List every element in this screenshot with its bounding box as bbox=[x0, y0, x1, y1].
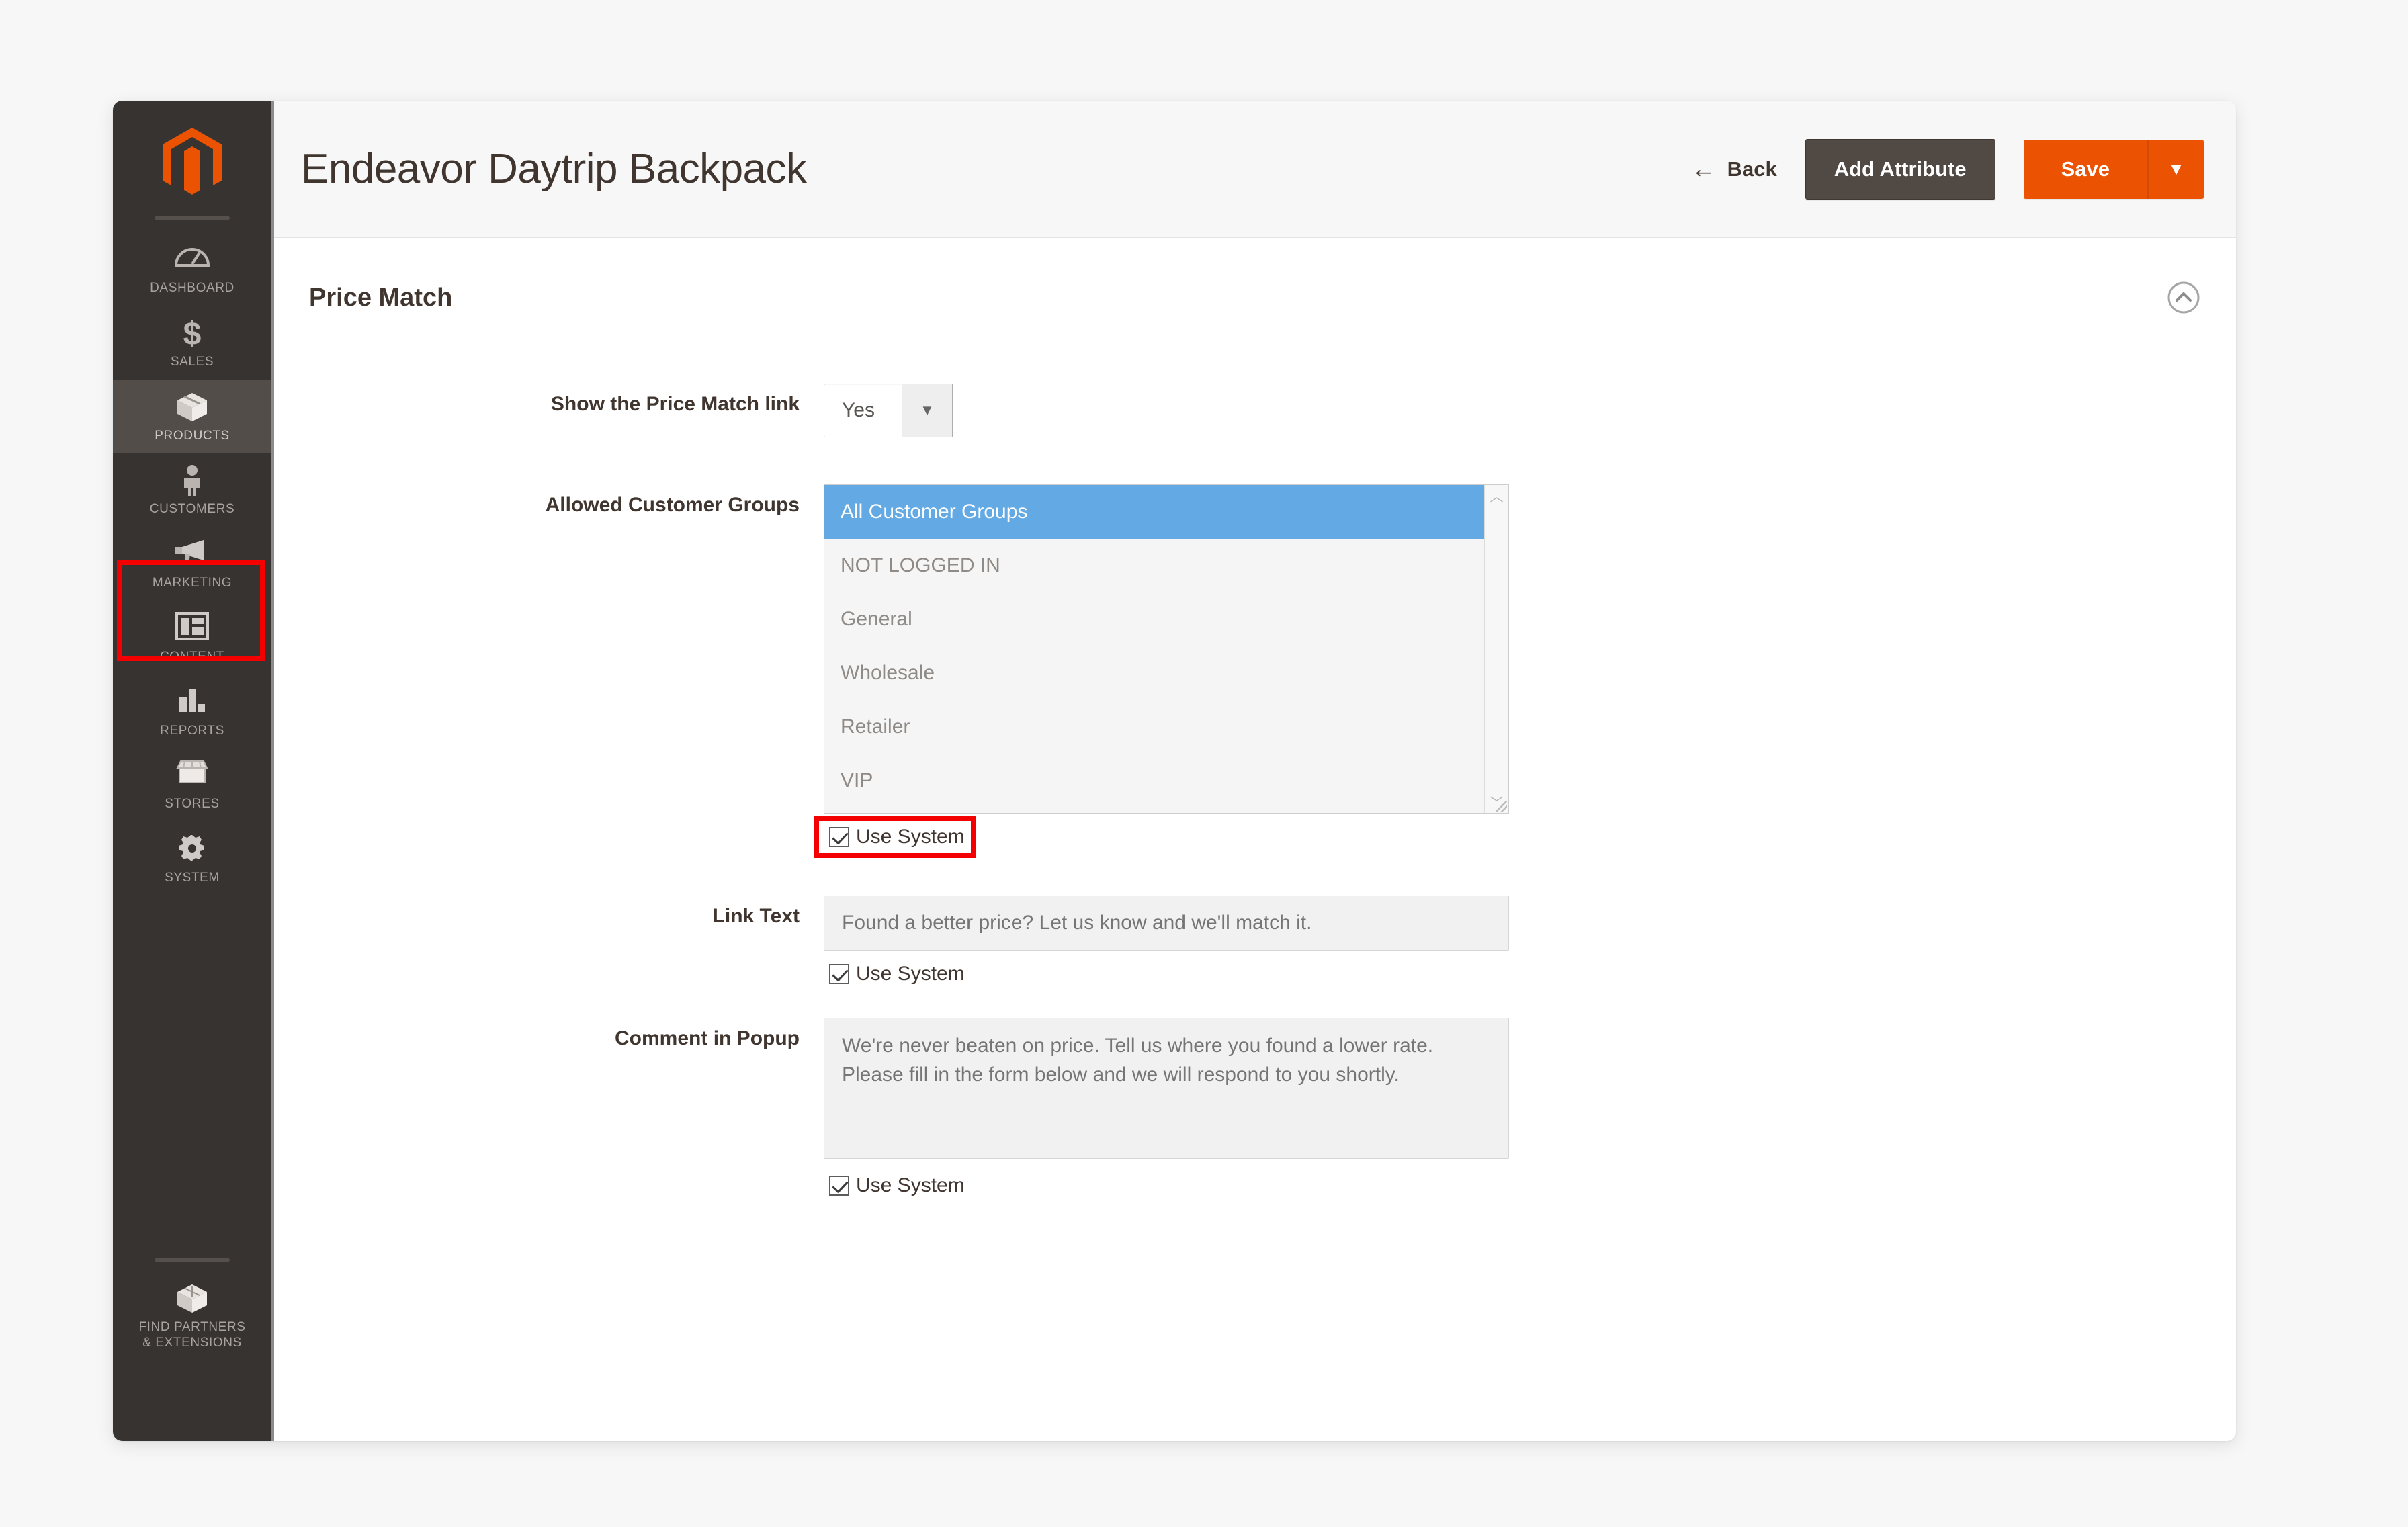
show-link-label: Show the Price Match link bbox=[550, 393, 800, 415]
storefront-icon bbox=[113, 758, 271, 792]
list-item[interactable]: Wholesale bbox=[824, 646, 1484, 700]
save-dropdown-toggle[interactable]: ▼ bbox=[2147, 139, 2204, 199]
save-button-group: Save ▼ bbox=[2023, 139, 2204, 199]
dollar-icon: $ bbox=[113, 316, 271, 352]
sidebar-item-label: REPORTS bbox=[160, 723, 224, 738]
comment-popup-control: Use System bbox=[824, 1018, 2204, 1197]
page-title: Endeavor Daytrip Backpack bbox=[301, 146, 807, 192]
use-system-label: Use System bbox=[856, 963, 965, 985]
chevron-up-circle-icon[interactable] bbox=[2166, 280, 2201, 315]
sidebar-item-label: CONTENT bbox=[159, 649, 225, 664]
use-system-label: Use System bbox=[856, 1174, 965, 1196]
megaphone-icon bbox=[113, 537, 271, 571]
add-attribute-button[interactable]: Add Attribute bbox=[1805, 138, 1995, 200]
section-title: Price Match bbox=[309, 283, 453, 312]
allowed-groups-use-system-checkbox[interactable]: Use System bbox=[814, 814, 976, 858]
gear-icon bbox=[113, 832, 271, 866]
layout-icon bbox=[113, 611, 271, 645]
sidebar-item-label: STORES bbox=[165, 797, 220, 812]
admin-sidebar: DASHBOARD $ SALES PRODUCTS CUSTOMERS MAR… bbox=[113, 101, 274, 1441]
sidebar-item-label: DASHBOARD bbox=[150, 281, 234, 295]
comment-popup-textarea[interactable] bbox=[824, 1018, 1509, 1159]
sidebar-divider-top bbox=[155, 216, 230, 220]
sidebar-item-products[interactable]: PRODUCTS bbox=[113, 379, 271, 453]
field-row-comment-popup: Comment in Popup Use System bbox=[306, 1018, 2204, 1197]
field-row-allowed-groups: Allowed Customer Groups All Customer Gro… bbox=[306, 484, 2204, 858]
checkbox-checked-icon bbox=[829, 827, 849, 847]
back-arrow-icon: ← bbox=[1690, 155, 1717, 183]
list-item[interactable]: VIP bbox=[824, 754, 1484, 808]
resize-grip-icon[interactable] bbox=[1496, 801, 1507, 812]
sidebar-item-label: SYSTEM bbox=[165, 871, 220, 885]
save-button[interactable]: Save bbox=[2023, 139, 2147, 199]
back-button-label: Back bbox=[1727, 157, 1777, 181]
allowed-groups-scrollbar[interactable]: ︿ ﹀ bbox=[1484, 485, 1508, 813]
sidebar-item-marketing[interactable]: MARKETING bbox=[113, 527, 271, 601]
use-system-label: Use System bbox=[856, 826, 965, 848]
sidebar-item-label-line1: FIND PARTNERS bbox=[138, 1319, 246, 1334]
person-icon bbox=[113, 464, 271, 497]
sidebar-item-dashboard[interactable]: DASHBOARD bbox=[113, 232, 271, 306]
bar-chart-icon bbox=[113, 685, 271, 719]
price-match-form: Show the Price Match link Yes ▼ Allowed … bbox=[306, 335, 2204, 1197]
allowed-groups-label: Allowed Customer Groups bbox=[545, 494, 800, 516]
link-text-label: Link Text bbox=[712, 905, 800, 927]
sidebar-item-content[interactable]: CONTENT bbox=[113, 601, 271, 674]
field-row-show-link: Show the Price Match link Yes ▼ bbox=[306, 384, 2204, 437]
sidebar-item-find-partners-extensions[interactable]: FIND PARTNERS & EXTENSIONS bbox=[113, 1271, 271, 1361]
content-area: Price Match Show the Price Match link Ye… bbox=[274, 238, 2236, 1441]
link-text-use-system-checkbox[interactable]: Use System bbox=[824, 951, 965, 986]
sidebar-nav-list: DASHBOARD $ SALES PRODUCTS CUSTOMERS MAR… bbox=[113, 232, 271, 896]
magento-logo[interactable] bbox=[160, 101, 224, 216]
link-text-control: Use System bbox=[824, 896, 2204, 986]
back-button[interactable]: ← Back bbox=[1691, 157, 1777, 182]
allowed-groups-control: All Customer Groups NOT LOGGED IN Genera… bbox=[814, 484, 2204, 858]
sidebar-item-reports[interactable]: REPORTS bbox=[113, 674, 271, 748]
show-link-select[interactable]: Yes ▼ bbox=[824, 384, 953, 437]
link-text-input[interactable] bbox=[824, 896, 1509, 951]
header-actions: ← Back Add Attribute Save ▼ bbox=[1691, 138, 2204, 200]
chevron-down-icon: ▼ bbox=[2167, 159, 2185, 179]
show-link-selected-value: Yes bbox=[842, 399, 875, 421]
list-item[interactable]: NOT LOGGED IN bbox=[824, 539, 1484, 593]
field-row-link-text: Link Text Use System bbox=[306, 896, 2204, 986]
list-item[interactable]: All Customer Groups bbox=[824, 485, 1484, 539]
chevron-down-icon: ▼ bbox=[902, 384, 952, 437]
checkbox-checked-icon bbox=[829, 1176, 849, 1196]
list-item[interactable]: General bbox=[824, 593, 1484, 646]
sidebar-item-label: PRODUCTS bbox=[155, 428, 230, 443]
magento-logo-icon bbox=[163, 128, 222, 195]
allowed-groups-option-list: All Customer Groups NOT LOGGED IN Genera… bbox=[824, 485, 1484, 813]
sidebar-item-label: MARKETING bbox=[152, 576, 232, 590]
checkbox-checked-icon bbox=[829, 964, 849, 984]
dashboard-icon bbox=[113, 243, 271, 276]
section-header: Price Match bbox=[306, 238, 2204, 335]
sidebar-item-customers[interactable]: CUSTOMERS bbox=[113, 453, 271, 527]
comment-popup-use-system-checkbox[interactable]: Use System bbox=[824, 1162, 965, 1197]
box-icon bbox=[113, 390, 271, 424]
show-link-control: Yes ▼ bbox=[824, 384, 2204, 437]
allowed-groups-multiselect[interactable]: All Customer Groups NOT LOGGED IN Genera… bbox=[824, 484, 1509, 814]
scroll-up-arrow-icon[interactable]: ︿ bbox=[1490, 490, 1504, 504]
svg-text:$: $ bbox=[183, 316, 202, 350]
list-item[interactable]: Retailer bbox=[824, 700, 1484, 754]
admin-window: DASHBOARD $ SALES PRODUCTS CUSTOMERS MAR… bbox=[113, 101, 2236, 1441]
sidebar-divider-bottom bbox=[155, 1258, 230, 1262]
sidebar-item-stores[interactable]: STORES bbox=[113, 748, 271, 822]
sidebar-item-label: CUSTOMERS bbox=[149, 502, 235, 517]
sidebar-item-label-line2: & EXTENSIONS bbox=[142, 1336, 242, 1350]
sidebar-item-label: SALES bbox=[170, 354, 214, 369]
main-area: Endeavor Daytrip Backpack ← Back Add Att… bbox=[274, 101, 2236, 1441]
cube-icon bbox=[113, 1282, 271, 1315]
sidebar-item-sales[interactable]: $ SALES bbox=[113, 306, 271, 380]
sidebar-item-system[interactable]: SYSTEM bbox=[113, 822, 271, 896]
page-header: Endeavor Daytrip Backpack ← Back Add Att… bbox=[274, 101, 2236, 238]
comment-popup-label: Comment in Popup bbox=[615, 1027, 800, 1049]
sidebar-bottom-group: FIND PARTNERS & EXTENSIONS bbox=[113, 1244, 271, 1442]
